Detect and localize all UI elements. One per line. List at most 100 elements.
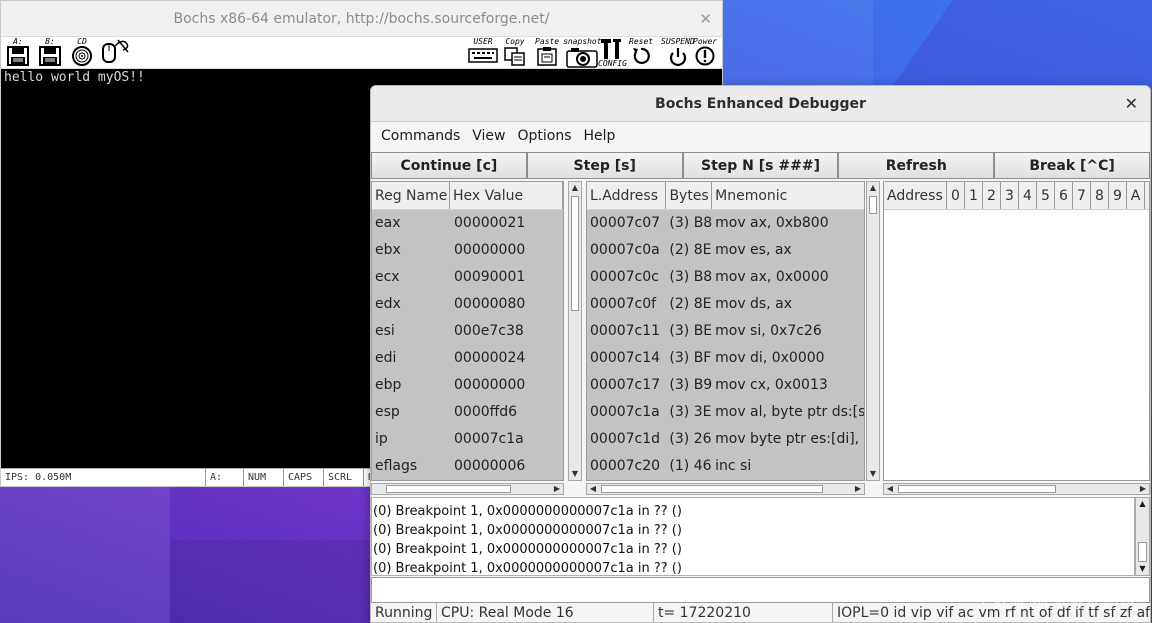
address-header[interactable]: L.Address — [587, 182, 667, 209]
scroll-thumb[interactable] — [1138, 542, 1147, 562]
register-row[interactable]: esi 000e7c38 — [372, 318, 563, 345]
register-row[interactable]: eax 00000021 — [372, 210, 563, 237]
register-row[interactable]: esp 0000ffd6 — [372, 399, 563, 426]
scroll-thumb[interactable] — [869, 196, 877, 214]
debugger-close-icon[interactable]: ✕ — [1125, 94, 1138, 113]
user-button[interactable]: USER — [468, 38, 498, 68]
mnemonic-header[interactable]: Mnemonic — [712, 182, 864, 209]
memory-column-header[interactable]: 5 — [1037, 182, 1055, 209]
register-row[interactable]: eflags 00000006 — [372, 453, 563, 480]
memory-column-header[interactable]: 1 — [965, 182, 983, 209]
disassembly-row[interactable]: 00007c07 (3) B8(mov ax, 0xb800 — [587, 210, 864, 237]
menu-options[interactable]: Options — [511, 128, 577, 144]
scroll-left-icon[interactable]: ◀ — [884, 484, 896, 494]
scroll-down-icon[interactable]: ▼ — [569, 468, 581, 480]
continue-button[interactable]: Continue [c] — [371, 152, 527, 179]
bytes-header[interactable]: Bytes — [666, 182, 713, 209]
paste-button[interactable]: Paste — [535, 38, 559, 68]
refresh-button[interactable]: Refresh — [838, 152, 995, 179]
instruction-bytes: (3) 268 — [669, 431, 712, 447]
memory-column-header[interactable]: 3 — [1001, 182, 1019, 209]
debugger-titlebar[interactable]: Bochs Enhanced Debugger ✕ — [371, 86, 1150, 122]
memory-address-header[interactable]: Address — [884, 182, 947, 209]
output-log[interactable]: (0) Breakpoint 1, 0x0000000000007c1a in … — [371, 497, 1135, 576]
registers-vscroll[interactable]: ▲ ▼ — [568, 181, 582, 481]
scroll-right-icon[interactable]: ▶ — [551, 484, 563, 494]
scroll-thumb[interactable] — [601, 485, 823, 493]
config-button[interactable]: CONFIG — [598, 38, 627, 68]
memory-pane[interactable]: Address 0 1 2 3 4 5 6 7 8 9 A — [883, 181, 1150, 481]
scroll-left-icon[interactable]: ◀ — [587, 484, 599, 494]
disassembly-row[interactable]: 00007c14 (3) BF(mov di, 0x0000 — [587, 345, 864, 372]
reset-button[interactable]: Reset — [629, 38, 653, 68]
memory-column-header[interactable]: 4 — [1019, 182, 1037, 209]
menu-commands[interactable]: Commands — [375, 128, 466, 144]
cdrom-button[interactable]: CD — [71, 38, 93, 68]
memory-column-header[interactable]: A — [1127, 182, 1145, 209]
disassembly-pane[interactable]: L.Address Bytes Mnemonic 00007c07 (3) B8(… — [586, 181, 865, 481]
suspend-button[interactable]: SUSPEND — [661, 38, 695, 68]
register-row[interactable]: edx 00000080 — [372, 291, 563, 318]
reg-name-header[interactable]: Reg Name — [372, 182, 450, 209]
mouse-button[interactable] — [101, 38, 131, 68]
instruction-bytes: (3) B8( — [669, 269, 713, 285]
hex-value-header[interactable]: Hex Value — [450, 182, 563, 209]
memory-column-header[interactable]: 2 — [983, 182, 1001, 209]
emulator-close-icon[interactable]: ✕ — [699, 10, 712, 28]
register-row[interactable]: edi 00000024 — [372, 345, 563, 372]
register-row[interactable]: ecx 00090001 — [372, 264, 563, 291]
register-row[interactable]: ip 00007c1a — [372, 426, 563, 453]
instruction-bytes: (3) 3E8 — [669, 404, 712, 420]
scroll-right-icon[interactable]: ▶ — [852, 484, 864, 494]
scroll-down-icon[interactable]: ▼ — [1136, 563, 1149, 575]
memory-header: Address 0 1 2 3 4 5 6 7 8 9 A — [884, 182, 1149, 210]
memory-column-header[interactable]: 9 — [1109, 182, 1127, 209]
registers-pane[interactable]: Reg Name Hex Value eax 00000021 ebx 0000000… — [371, 181, 564, 481]
scroll-up-icon[interactable]: ▲ — [569, 182, 581, 194]
log-line: (0) Breakpoint 1, 0x0000000000007c1a in … — [373, 561, 682, 576]
disassembly-row[interactable]: 00007c1a (3) 3E8mov al, byte ptr ds:[si] — [587, 399, 864, 426]
disassembly-vscroll[interactable]: ▲ ▼ — [866, 181, 880, 481]
menu-view[interactable]: View — [466, 128, 511, 144]
disassembly-hscroll[interactable]: ◀ ▶ — [586, 483, 865, 495]
scroll-lock-status: SCRL — [324, 469, 364, 486]
register-row[interactable]: ebx 00000000 — [372, 237, 563, 264]
scroll-up-icon[interactable]: ▲ — [867, 182, 879, 194]
registers-hscroll[interactable]: ▶ — [371, 483, 564, 495]
break-button[interactable]: Break [^C] — [994, 152, 1150, 179]
suspend-icon — [669, 48, 686, 66]
memory-column-header[interactable]: 0 — [947, 182, 965, 209]
scroll-up-icon[interactable]: ▲ — [1136, 498, 1149, 510]
scroll-thumb[interactable] — [898, 485, 1056, 493]
drive-a-status: A: — [206, 469, 244, 486]
memory-column-header[interactable]: 7 — [1073, 182, 1091, 209]
disassembly-row[interactable]: 00007c1d (3) 268mov byte ptr es:[di], al — [587, 426, 864, 453]
memory-hscroll[interactable]: ◀ ▶ — [883, 483, 1150, 495]
register-row[interactable]: ebp 00000000 — [372, 372, 563, 399]
snapshot-button[interactable]: snapshot — [563, 38, 602, 68]
copy-label: Copy — [505, 37, 525, 46]
menu-help[interactable]: Help — [578, 128, 622, 144]
log-vscroll[interactable]: ▲ ▼ — [1135, 497, 1150, 576]
copy-button[interactable]: Copy — [503, 38, 527, 68]
disassembly-row[interactable]: 00007c0c (3) B8(mov ax, 0x0000 — [587, 264, 864, 291]
disassembly-row[interactable]: 00007c0f (2) 8EI mov ds, ax — [587, 291, 864, 318]
power-button[interactable]: Power — [693, 38, 717, 68]
memory-column-header[interactable]: 8 — [1091, 182, 1109, 209]
emulator-titlebar[interactable]: Bochs x86-64 emulator, http://bochs.sour… — [1, 1, 722, 37]
disassembly-row[interactable]: 00007c0a (2) 8E(mov es, ax — [587, 237, 864, 264]
floppy-b-label: B: — [45, 37, 55, 46]
disassembly-row[interactable]: 00007c17 (3) B91mov cx, 0x0013 — [587, 372, 864, 399]
scroll-down-icon[interactable]: ▼ — [867, 468, 879, 480]
disassembly-row[interactable]: 00007c20 (1) 46 inc si — [587, 453, 864, 480]
floppy-a-button[interactable]: A: — [7, 38, 29, 68]
step-button[interactable]: Step [s] — [526, 152, 683, 179]
step-n-button[interactable]: Step N [s ###] — [682, 152, 839, 179]
scroll-right-icon[interactable]: ▶ — [1137, 484, 1149, 494]
scroll-thumb[interactable] — [386, 485, 511, 493]
memory-column-header[interactable]: 6 — [1055, 182, 1073, 209]
floppy-b-button[interactable]: B: — [39, 38, 61, 68]
scroll-thumb[interactable] — [571, 196, 579, 311]
disassembly-row[interactable]: 00007c11 (3) BE2mov si, 0x7c26 — [587, 318, 864, 345]
copy-icon — [504, 47, 525, 66]
